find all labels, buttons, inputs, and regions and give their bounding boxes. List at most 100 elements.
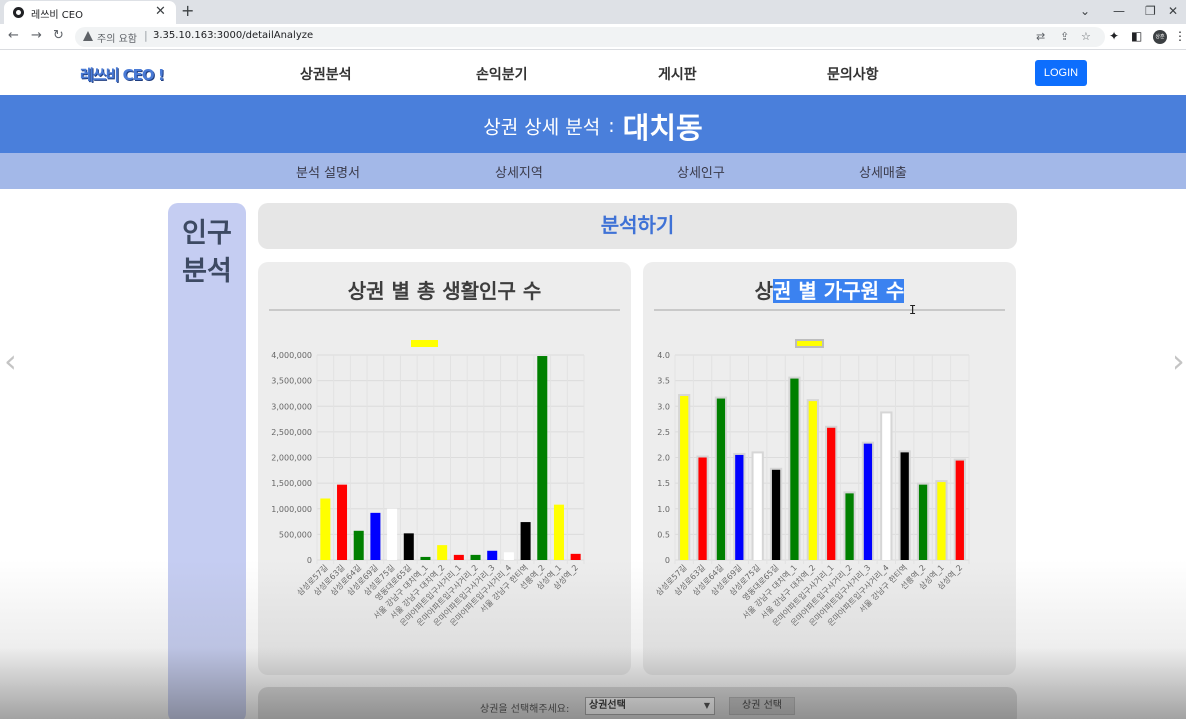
address-bar[interactable]: 주의 요함 | 3.35.10.163:3000/detailAnalyze ⇄… [75, 27, 1105, 47]
bar [918, 484, 928, 560]
bar [337, 484, 348, 560]
hero-separator: : [608, 115, 615, 137]
bar [790, 378, 799, 560]
bar [735, 454, 744, 560]
text-cursor-icon: I [909, 303, 917, 317]
bar [420, 556, 431, 560]
population-analysis-side-card: 인구 분석 [168, 203, 246, 719]
nav-break-even[interactable]: 손익분기 [476, 64, 528, 84]
bar [808, 401, 817, 560]
y-tick-label: 2.0 [657, 454, 670, 463]
bar [437, 545, 448, 560]
subnav-population[interactable]: 상세인구 [677, 162, 725, 181]
analyze-title: 분석하기 [600, 213, 675, 237]
restore-icon[interactable]: ❐ [1145, 3, 1156, 19]
bar [771, 469, 781, 560]
hero-banner: 상권 상세 분석: 대치동 [0, 95, 1186, 153]
reload-icon[interactable]: ↻ [53, 28, 64, 44]
total-population-bar-chart: 0 500,000 1,000,000 1,500,000 2,000,000 2,500… [271, 340, 585, 628]
profile-avatar[interactable]: 상훈 [1153, 30, 1167, 44]
site-logo[interactable]: 레쓰비 CEO ! [80, 64, 165, 85]
analyze-header: 분석하기 [258, 203, 1017, 249]
district-select[interactable]: 상권선택 ▼ [585, 697, 715, 715]
url-separator: | [144, 29, 148, 42]
district-select-value: 상권선택 [589, 700, 626, 711]
district-select-label: 상권을 선택해주세요: [480, 704, 570, 715]
bar [370, 512, 381, 560]
nav-market-analysis[interactable]: 상권분석 [300, 64, 352, 84]
bar [320, 498, 331, 560]
bar [937, 482, 946, 560]
carousel-next-icon[interactable]: › [1172, 343, 1185, 379]
bar [537, 356, 548, 560]
bar [680, 396, 689, 560]
bar [470, 554, 481, 560]
browser-tab-strip: 레쓰비 CEO ✕ + ⌄ — ❐ ✕ [0, 0, 1186, 24]
bar [698, 457, 707, 560]
tab-title: 레쓰비 CEO [31, 10, 83, 21]
minimize-icon[interactable]: — [1113, 3, 1125, 19]
y-tick-label: 1,500,000 [271, 479, 312, 488]
bookmark-star-icon[interactable]: ☆ [1081, 30, 1091, 44]
sub-navigation: 분석 설명서 상세지역 상세인구 상세매출 [0, 153, 1186, 189]
tab-list-icon[interactable]: ⌄ [1080, 3, 1090, 19]
y-tick-label: 4,000,000 [271, 351, 312, 360]
total-population-chart-card: 상권 별 총 생활인구 수 0 500,000 1,000,000 1,500,000… [258, 262, 631, 675]
y-tick-label: 3,000,000 [271, 402, 312, 411]
district-select-button[interactable]: 상권 선택 [729, 697, 795, 715]
y-tick-label: 3.5 [657, 377, 670, 386]
side-title: 인구 분석 [168, 215, 246, 291]
bar [387, 508, 398, 560]
login-button[interactable]: LOGIN [1035, 60, 1087, 86]
y-tick-label: 3,500,000 [271, 377, 312, 386]
side-title-line2: 분석 [182, 256, 232, 287]
y-tick-label: 4.0 [657, 351, 670, 360]
legend-swatch [795, 339, 824, 348]
share-icon[interactable]: ⇪ [1060, 30, 1069, 44]
bar [353, 530, 364, 560]
household-size-bar-chart: 00.51.01.52.02.53.03.54.0삼성로57길삼성로63길삼성로… [654, 339, 970, 628]
subnav-region[interactable]: 상세지역 [495, 162, 543, 181]
household-size-chart-card: 상권 별 가구원 수 0 0.5 1.0 1.5 2.0 2.5 3.0 3.5 4.0 삼성로5… [643, 262, 1016, 675]
browser-tab-active[interactable]: 레쓰비 CEO ✕ [4, 1, 176, 24]
extensions-icon[interactable]: ✦ [1109, 28, 1119, 44]
bar [882, 413, 891, 560]
side-panel-icon[interactable]: ◧ [1131, 28, 1142, 44]
bar [520, 522, 531, 560]
url-text[interactable]: 3.35.10.163:3000/detailAnalyze [153, 30, 313, 41]
y-tick-label: 1.0 [657, 505, 670, 514]
y-tick-label: 1.5 [657, 479, 670, 488]
subnav-sales[interactable]: 상세매출 [859, 162, 907, 181]
bar [845, 493, 854, 560]
y-tick-label: 2,500,000 [271, 428, 312, 437]
y-tick-label: 0.5 [657, 530, 670, 539]
y-tick-label: 1,000,000 [271, 505, 312, 514]
menu-kebab-icon[interactable]: ⋮ [1174, 28, 1186, 44]
subnav-guide[interactable]: 분석 설명서 [296, 162, 360, 181]
bar [900, 452, 909, 560]
bar [827, 427, 836, 560]
bar [570, 553, 581, 560]
y-tick-label: 2,000,000 [271, 454, 312, 463]
bar [863, 443, 873, 560]
nav-board[interactable]: 게시판 [658, 64, 697, 84]
back-icon[interactable]: ← [8, 28, 19, 44]
y-tick-label: 500,000 [279, 530, 312, 539]
new-tab-icon[interactable]: + [181, 2, 194, 20]
y-tick-label: 3.0 [657, 402, 670, 411]
legend-swatch [411, 340, 438, 347]
carousel-prev-icon[interactable]: ‹ [4, 343, 17, 379]
chevron-down-icon: ▼ [703, 701, 710, 710]
hero-dong-name: 대치동 [622, 111, 703, 145]
bar [753, 453, 762, 560]
tab-close-icon[interactable]: ✕ [155, 4, 166, 20]
hero-label: 상권 상세 분석 [483, 116, 601, 139]
translate-icon[interactable]: ⇄ [1036, 30, 1045, 44]
globe-icon [13, 7, 24, 18]
browser-toolbar: ← → ↻ 주의 요함 | 3.35.10.163:3000/detailAna… [0, 24, 1186, 50]
y-tick-label: 0 [665, 556, 670, 565]
nav-inquiry[interactable]: 문의사항 [827, 64, 879, 84]
window-close-icon[interactable]: ✕ [1168, 3, 1178, 19]
forward-icon[interactable]: → [31, 28, 42, 44]
bar [503, 552, 514, 560]
